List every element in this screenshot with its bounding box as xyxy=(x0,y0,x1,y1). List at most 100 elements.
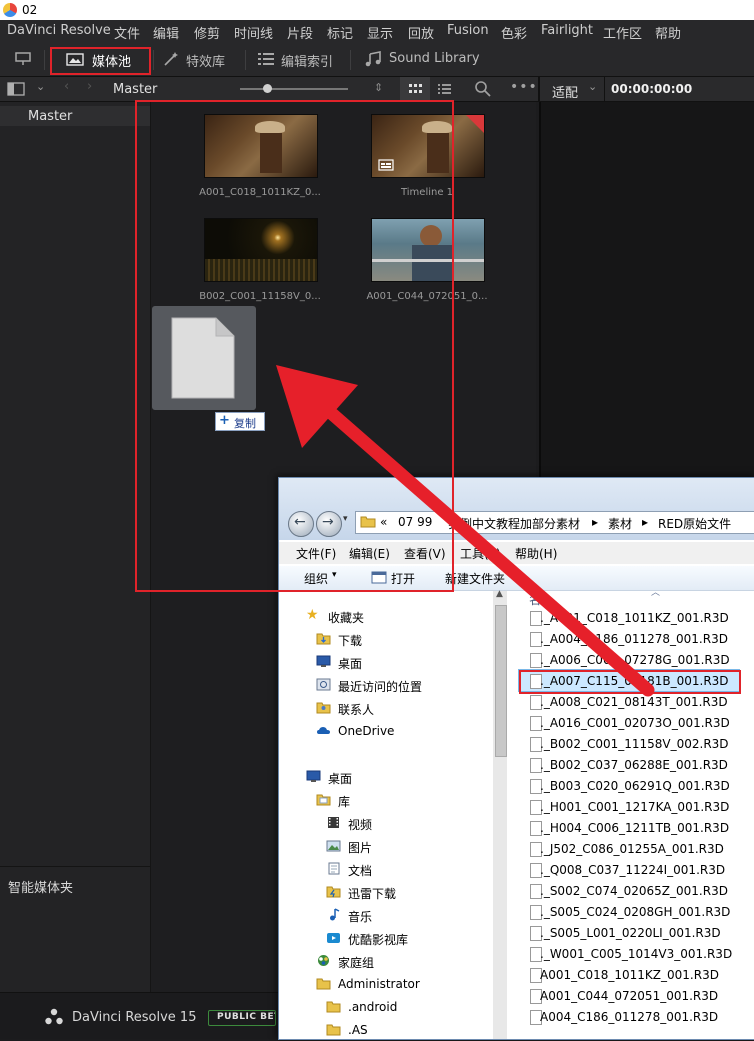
menu-color[interactable]: 色彩 xyxy=(501,23,527,42)
file-row[interactable]: ._A004_C186_011278_001.R3D xyxy=(530,630,730,650)
file-name: ._A016_C001_02073O_001.R3D xyxy=(540,716,730,730)
file-row[interactable]: ._H004_C006_1211TB_001.R3D xyxy=(530,819,730,839)
file-row[interactable]: ._Q008_C037_11224I_001.R3D xyxy=(530,861,730,881)
public-beta-badge: PUBLIC BETA xyxy=(208,1010,276,1026)
menu-playback[interactable]: 回放 xyxy=(408,23,434,42)
search-button[interactable] xyxy=(474,80,492,98)
star-icon: ★ xyxy=(306,607,319,623)
panel-toggle-button[interactable] xyxy=(14,42,36,76)
file-row[interactable]: ._A001_C018_1011KZ_001.R3D xyxy=(530,609,730,629)
sort-arrows-icon[interactable]: ⇕ xyxy=(374,81,383,94)
scroll-up-icon[interactable]: ▲ xyxy=(496,589,503,599)
sidebar-item-master[interactable]: Master xyxy=(0,106,150,126)
documents-icon xyxy=(328,862,340,875)
title-bar: 02 xyxy=(0,0,754,20)
file-row[interactable]: A001_C018_1011KZ_001.R3D xyxy=(530,966,730,986)
homegroup-icon xyxy=(318,955,329,966)
timecode-display: 00:00:00:00 xyxy=(611,82,693,96)
menu-fusion[interactable]: Fusion xyxy=(447,23,489,38)
explorer-menu-help[interactable]: 帮助(H) xyxy=(515,545,557,562)
nav-scrollbar-thumb[interactable] xyxy=(495,605,507,757)
list-view-icon xyxy=(438,84,451,94)
music-icon xyxy=(330,908,340,921)
breadcrumb-separator-icon: ▸ xyxy=(642,515,649,529)
file-row[interactable]: ._S005_L001_0220LI_001.R3D xyxy=(530,924,730,944)
file-row[interactable]: ._W001_C005_1014V3_001.R3D xyxy=(530,945,733,965)
file-row[interactable]: ._S005_C024_0208GH_001.R3D xyxy=(530,903,730,923)
thumbnail-view-button[interactable] xyxy=(400,77,430,101)
effects-library-button[interactable]: 特效库 xyxy=(160,42,240,76)
sidebar-toggle-button[interactable] xyxy=(7,82,27,96)
menu-view[interactable]: 显示 xyxy=(367,23,393,42)
file-row[interactable]: ._A016_C001_02073O_001.R3D xyxy=(530,714,730,734)
new-folder-button[interactable]: 新建文件夹 xyxy=(445,570,505,587)
explorer-file-list: 名 ︿ ._A001_C018_1011KZ_001.R3D ._A004_C18… xyxy=(511,588,754,1039)
annotation-highlight-file xyxy=(519,670,741,694)
explorer-menu-tools[interactable]: 工具(T) xyxy=(460,545,501,562)
name-column-header[interactable]: 名 xyxy=(529,591,541,608)
recent-places-icon xyxy=(316,678,331,691)
menu-help[interactable]: 帮助 xyxy=(655,23,681,42)
davinci-logo-icon xyxy=(45,1008,63,1025)
list-view-button[interactable] xyxy=(434,81,454,97)
menu-file[interactable]: 文件 xyxy=(114,23,140,42)
file-name: ._W001_C005_1014V3_001.R3D xyxy=(540,947,733,961)
breadcrumb-separator-icon: ▸ xyxy=(592,515,599,529)
desktop-icon xyxy=(306,770,321,782)
pictures-icon xyxy=(326,840,341,852)
file-row[interactable]: ._H001_C001_1217KA_001.R3D xyxy=(530,798,730,818)
file-name: ._A001_C018_1011KZ_001.R3D xyxy=(540,611,729,625)
sidebar-dropdown-chevron-icon[interactable]: ⌄ xyxy=(36,80,45,93)
sound-library-button[interactable]: Sound Library xyxy=(362,42,480,76)
explorer-navigation-pane: ★ 收藏夹 下载 桌面 最近访问的位置 联系人 OneDrive 桌面 库 视频… xyxy=(279,589,509,1039)
list-icon xyxy=(258,53,274,65)
resolve-logo-icon xyxy=(3,3,17,17)
breadcrumb-item-4[interactable]: RED原始文件 xyxy=(658,515,731,532)
file-row[interactable]: ._B002_C037_06288E_001.R3D xyxy=(530,756,730,776)
onedrive-icon xyxy=(317,727,330,734)
file-row[interactable]: A001_C044_072051_001.R3D xyxy=(530,987,730,1007)
file-row[interactable]: ._B002_C001_11158V_002.R3D xyxy=(530,735,730,755)
sidebar-item-master-label: Master xyxy=(28,109,73,124)
menu-fairlight[interactable]: Fairlight xyxy=(541,23,593,38)
menu-davinci[interactable]: DaVinci Resolve xyxy=(7,23,111,38)
youku-library-icon xyxy=(327,933,340,943)
menu-edit[interactable]: 编辑 xyxy=(153,23,179,42)
file-name: ._B002_C037_06288E_001.R3D xyxy=(540,758,728,772)
edit-index-button[interactable]: 编辑索引 xyxy=(255,42,340,76)
file-row[interactable]: ._B003_C020_06291Q_001.R3D xyxy=(530,777,730,797)
menu-bar: DaVinci Resolve 文件 编辑 修剪 时间线 片段 标记 显示 回放… xyxy=(0,20,754,42)
zoom-slider[interactable] xyxy=(240,88,348,90)
file-name: A001_C018_1011KZ_001.R3D xyxy=(540,968,719,982)
breadcrumb-item-3[interactable]: 素材 xyxy=(608,515,632,532)
file-row[interactable]: ._A006_C004_07278G_001.R3D xyxy=(530,651,730,671)
breadcrumb-item-2[interactable]: 实例中文教程加部分素材 xyxy=(448,515,580,532)
file-row[interactable]: A004_C186_011278_001.R3D xyxy=(530,1008,730,1028)
download-folder-icon xyxy=(316,633,331,645)
viewer-zoom-select[interactable]: 适配 xyxy=(552,82,578,101)
file-row[interactable]: ._A008_C021_08143T_001.R3D xyxy=(530,693,730,713)
viewer-zoom-chevron-icon[interactable]: ⌄ xyxy=(588,80,597,93)
window-title: 02 xyxy=(22,3,38,17)
menu-mark[interactable]: 标记 xyxy=(327,23,353,42)
folder-icon xyxy=(326,1024,341,1036)
file-row[interactable]: ._S002_C074_02065Z_001.R3D xyxy=(530,882,730,902)
nav-scrollbar[interactable]: ▲ xyxy=(493,589,507,1039)
file-name: ._B002_C001_11158V_002.R3D xyxy=(540,737,729,751)
zoom-slider-handle[interactable] xyxy=(263,84,272,93)
more-options-icon[interactable]: ••• xyxy=(510,79,538,95)
file-name: ._A004_C186_011278_001.R3D xyxy=(540,632,728,646)
back-arrow-icon[interactable]: ‹ xyxy=(64,79,69,94)
edit-index-label: 编辑索引 xyxy=(281,55,334,70)
file-row[interactable]: ._J502_C086_01255A_001.R3D xyxy=(530,840,730,860)
menu-clip[interactable]: 片段 xyxy=(287,23,313,42)
menu-trim[interactable]: 修剪 xyxy=(194,23,220,42)
menu-timeline[interactable]: 时间线 xyxy=(234,23,273,42)
menu-workspace[interactable]: 工作区 xyxy=(603,23,642,42)
forward-arrow-icon[interactable]: › xyxy=(87,79,92,94)
file-name: ._S002_C074_02065Z_001.R3D xyxy=(540,884,728,898)
file-name: ._H001_C001_1217KA_001.R3D xyxy=(540,800,730,814)
thunder-download-icon xyxy=(326,886,341,898)
file-name: A004_C186_011278_001.R3D xyxy=(540,1010,719,1024)
library-icon xyxy=(316,794,331,806)
